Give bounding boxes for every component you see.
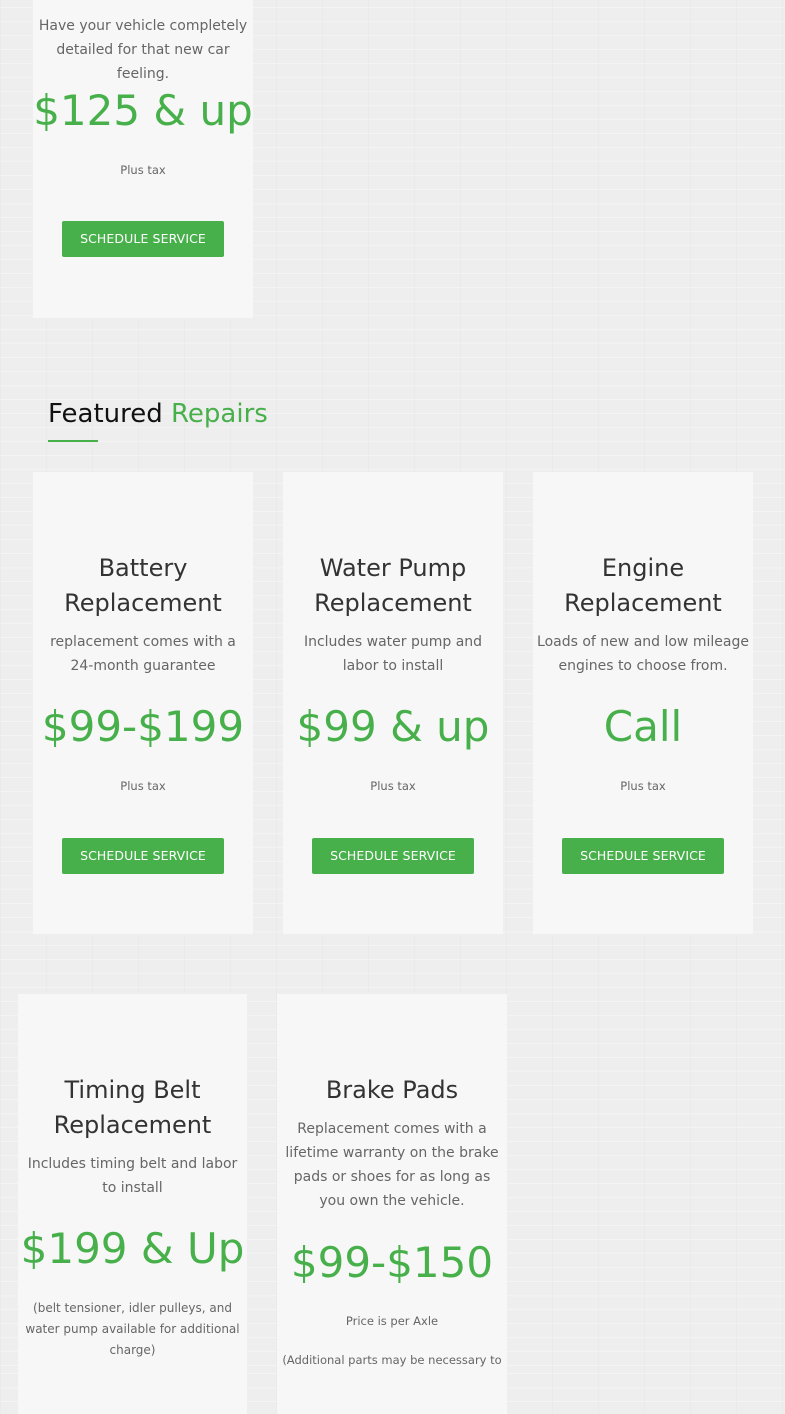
card-title-line1: Water Pump — [319, 554, 467, 582]
card-description: Replacement comes with a lifetime warran… — [285, 1121, 499, 1209]
card-title: Brake Pads — [325, 1076, 459, 1104]
card-title-line1: Timing Belt — [64, 1076, 201, 1104]
card-price: $99-$199 — [41, 702, 245, 751]
card-description: replacement comes with a 24-month guaran… — [50, 634, 236, 674]
card-title: Battery Replacement — [33, 551, 253, 621]
card-note: Price is per Axle — [345, 1314, 439, 1328]
card-note: Plus tax — [120, 779, 166, 793]
schedule-service-button[interactable]: SCHEDULE SERVICE — [312, 838, 474, 874]
card-price: $199 & Up — [20, 1224, 245, 1273]
heading-accent: Repairs — [171, 399, 268, 429]
card-price: Call — [603, 702, 683, 751]
card-title: Water Pump Replacement — [283, 551, 503, 621]
timing-belt-card: Timing Belt Replacement Includes timing … — [18, 994, 247, 1414]
card-note: (belt tensioner, idler pulleys, and wate… — [25, 1301, 240, 1357]
card-note: Plus tax — [370, 779, 416, 793]
card-price: $99 & up — [296, 702, 490, 751]
card-title: Timing Belt Replacement — [18, 1073, 247, 1143]
section-heading: Featured Repairs — [48, 396, 268, 432]
card-title-line2: Replacement — [64, 589, 222, 617]
brake-pads-card: Brake Pads Replacement comes with a life… — [277, 994, 507, 1414]
schedule-service-button[interactable]: SCHEDULE SERVICE — [62, 221, 224, 257]
card-description: Have your vehicle completely detailed fo… — [38, 18, 248, 82]
card-description: Includes timing belt and labor to instal… — [27, 1156, 238, 1196]
battery-card: Battery Replacement replacement comes wi… — [33, 472, 253, 934]
card-description: Includes water pump and labor to install — [303, 634, 483, 674]
card-title-line1: Engine — [601, 554, 685, 582]
card-note: Plus tax — [120, 163, 166, 177]
water-pump-card: Water Pump Replacement Includes water pu… — [283, 472, 503, 934]
card-note: Plus tax — [620, 779, 666, 793]
card-price: $99-$150 — [290, 1238, 494, 1287]
card-description: Loads of new and low mileage engines to … — [537, 634, 749, 674]
schedule-service-button[interactable]: SCHEDULE SERVICE — [562, 838, 724, 874]
heading-main: Featured — [48, 399, 163, 429]
schedule-service-button[interactable]: SCHEDULE SERVICE — [62, 838, 224, 874]
detailing-card: Have your vehicle completely detailed fo… — [33, 0, 253, 318]
card-title-line2: Replacement — [564, 589, 722, 617]
heading-underline — [48, 440, 98, 442]
card-title: Engine Replacement — [533, 551, 753, 621]
engine-card: Engine Replacement Loads of new and low … — [533, 472, 753, 934]
card-title-line2: Replacement — [53, 1111, 212, 1139]
card-price: $125 & up — [33, 86, 253, 135]
card-title-line2: Replacement — [314, 589, 472, 617]
card-title-line1: Battery — [98, 554, 188, 582]
